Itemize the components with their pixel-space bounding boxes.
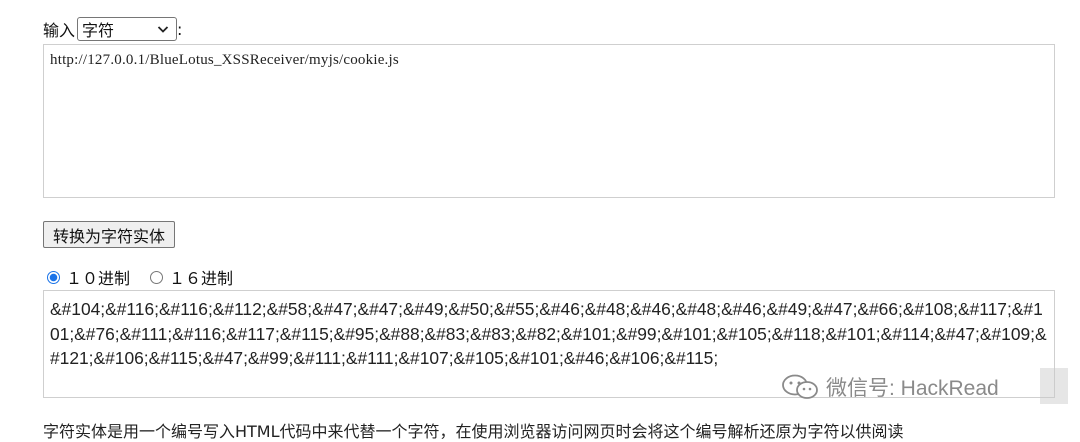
radio-decimal-label: １０进制	[66, 269, 131, 288]
mode-select-value: 字符	[82, 21, 115, 40]
description-text: 字符实体是用一个编号写入HTML代码中来代替一个字符，在使用浏览器访问网页时会将…	[43, 422, 904, 441]
input-colon: :	[177, 19, 183, 39]
radio-decimal-dot[interactable]	[47, 270, 60, 284]
input-label: 输入	[43, 21, 76, 40]
mode-select[interactable]: 字符	[77, 17, 178, 41]
input-textarea-value: http://127.0.0.1/BlueLotus_XSSReceiver/m…	[50, 52, 399, 68]
output-textarea-value: &#104;&#116;&#116;&#112;&#58;&#47;&#47;&…	[50, 299, 1047, 368]
radio-hex[interactable]: １６进制	[150, 265, 233, 289]
radix-options: １０进制 １６进制	[47, 266, 253, 288]
watermark-text: 微信号: HackRead	[826, 377, 999, 400]
input-textarea[interactable]: http://127.0.0.1/BlueLotus_XSSReceiver/m…	[43, 44, 1055, 198]
radio-hex-label: １６进制	[169, 269, 234, 288]
radio-decimal[interactable]: １０进制	[47, 265, 130, 289]
input-row: 输入 字符 :	[43, 16, 182, 42]
radio-hex-dot[interactable]	[150, 270, 164, 284]
watermark-blur	[1040, 368, 1068, 404]
convert-button[interactable]: 转换为字符实体	[43, 221, 175, 248]
wechat-icon	[782, 374, 818, 399]
watermark: 微信号: HackRead	[780, 372, 999, 402]
chevron-down-icon	[157, 26, 169, 33]
